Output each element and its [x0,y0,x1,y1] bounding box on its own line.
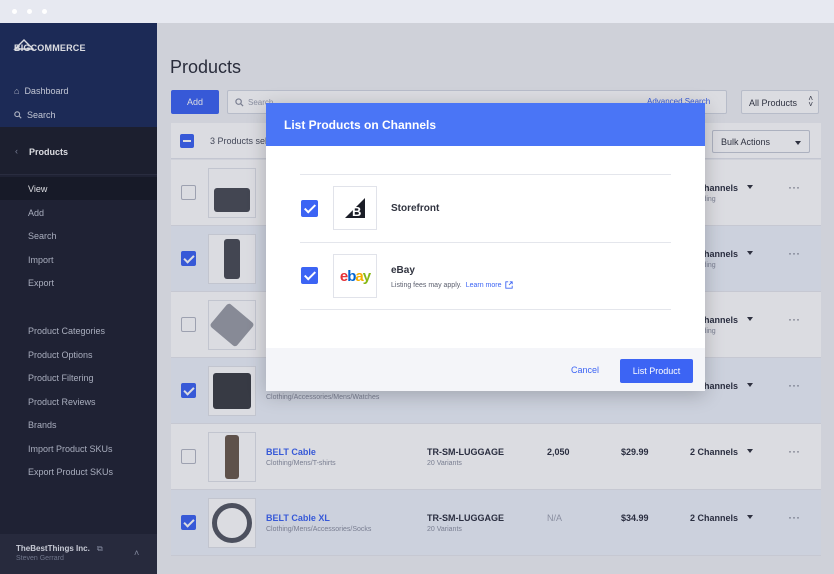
ebay-checkbox[interactable] [301,267,318,284]
learn-more-link[interactable]: Learn more [466,282,502,289]
channel-name-storefront: Storefront [391,203,440,214]
channel-name-ebay: eBay [391,265,415,276]
svg-text:B: B [352,204,361,219]
list-products-modal: List Products on Channels B Storefront e… [266,103,705,391]
window-dot [27,9,32,14]
bigcommerce-b-icon: B [345,198,365,219]
modal-title: List Products on Channels [284,118,437,132]
fee-note-text: Listing fees may apply. [391,281,462,289]
window-dot [12,9,17,14]
bigcommerce-logo: B [333,186,377,230]
window-titlebar [0,0,834,23]
divider [300,174,671,175]
divider [300,242,671,243]
list-product-button[interactable]: List Product [620,359,693,383]
ebay-logo-icon: ebay [339,267,371,285]
ebay-logo: ebay [333,254,377,298]
divider [300,309,671,310]
cancel-button[interactable]: Cancel [571,365,599,375]
external-link-icon[interactable] [505,281,514,289]
storefront-checkbox[interactable] [301,200,318,217]
ebay-fee-note: Listing fees may apply. Learn more [391,281,514,289]
modal-header: List Products on Channels [266,103,705,146]
window-dot [42,9,47,14]
